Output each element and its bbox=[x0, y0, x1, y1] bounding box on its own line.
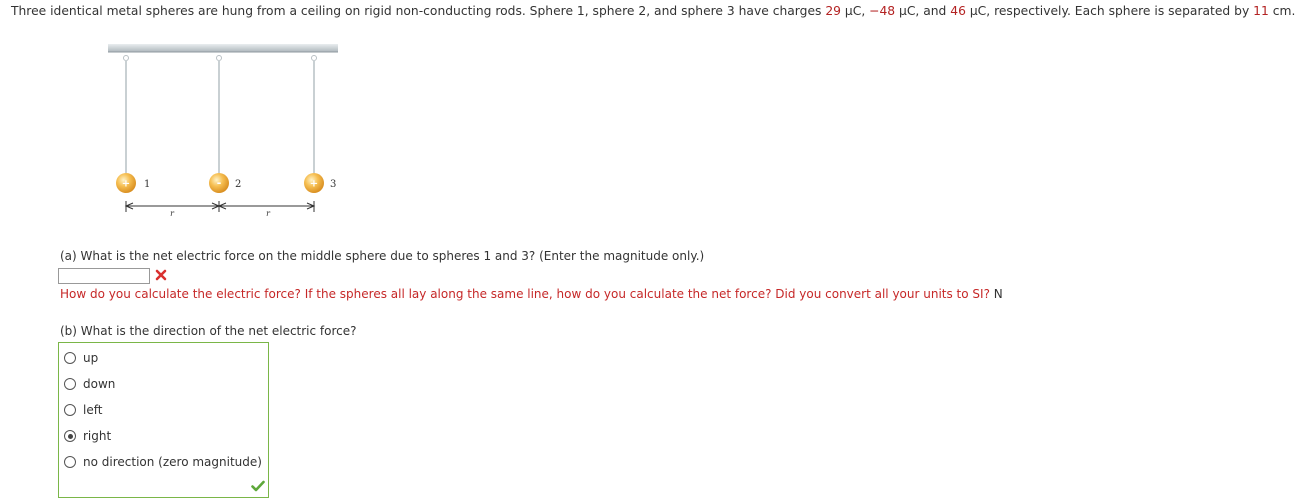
problem-text: μC, and bbox=[895, 4, 951, 18]
problem-text: cm. bbox=[1268, 4, 1296, 18]
part-a-question: (a) What is the net electric force on th… bbox=[60, 249, 705, 263]
direction-options: up down left right no direction (zero ma… bbox=[58, 342, 269, 498]
rod-1 bbox=[123, 55, 129, 173]
distance-label-2: r bbox=[266, 209, 271, 216]
option-label: left bbox=[83, 403, 103, 417]
separation-value: 11 bbox=[1253, 4, 1269, 18]
correct-check-icon bbox=[251, 480, 265, 495]
radio-no-direction[interactable] bbox=[64, 456, 76, 468]
option-label: no direction (zero magnitude) bbox=[83, 455, 262, 469]
radio-down[interactable] bbox=[64, 378, 76, 390]
rod-2 bbox=[216, 55, 222, 173]
sphere-3-label: 3 bbox=[330, 179, 336, 190]
sphere-1-label: 1 bbox=[144, 179, 150, 190]
radio-up[interactable] bbox=[64, 352, 76, 364]
sphere-2: - 2 bbox=[209, 173, 241, 193]
sphere-3-sign: + bbox=[310, 179, 318, 190]
option-label: down bbox=[83, 377, 116, 391]
part-b-question: (b) What is the direction of the net ele… bbox=[60, 324, 357, 338]
radio-left[interactable] bbox=[64, 404, 76, 416]
distance-label-1: r bbox=[170, 209, 175, 216]
problem-text: μC, bbox=[841, 4, 870, 18]
incorrect-icon bbox=[155, 269, 167, 284]
sphere-1-sign: + bbox=[122, 179, 130, 190]
option-label: right bbox=[83, 429, 112, 443]
charge-1-value: 29 bbox=[825, 4, 841, 18]
part-a-answer-input[interactable] bbox=[58, 268, 150, 284]
spheres-figure: + 1 - 2 + 3 r r bbox=[104, 44, 344, 216]
answer-unit: N bbox=[993, 287, 1003, 301]
part-a-hint: How do you calculate the electric force?… bbox=[60, 287, 1003, 301]
hint-text: How do you calculate the electric force?… bbox=[60, 287, 990, 301]
problem-text: μC, respectively. Each sphere is separat… bbox=[965, 4, 1254, 18]
sphere-1: + 1 bbox=[116, 173, 150, 193]
distance-arrows bbox=[124, 201, 316, 212]
sphere-3: + 3 bbox=[304, 173, 336, 193]
rod-3 bbox=[311, 55, 317, 173]
sphere-2-sign: - bbox=[217, 177, 222, 190]
sphere-2-label: 2 bbox=[235, 179, 241, 190]
problem-text: Three identical metal spheres are hung f… bbox=[11, 4, 826, 18]
radio-right[interactable] bbox=[64, 430, 76, 442]
option-label: up bbox=[83, 351, 99, 365]
charge-3-value: 46 bbox=[950, 4, 966, 18]
problem-statement: Three identical metal spheres are hung f… bbox=[11, 3, 1311, 19]
ceiling bbox=[108, 44, 338, 52]
charge-2-value: −48 bbox=[869, 4, 896, 18]
